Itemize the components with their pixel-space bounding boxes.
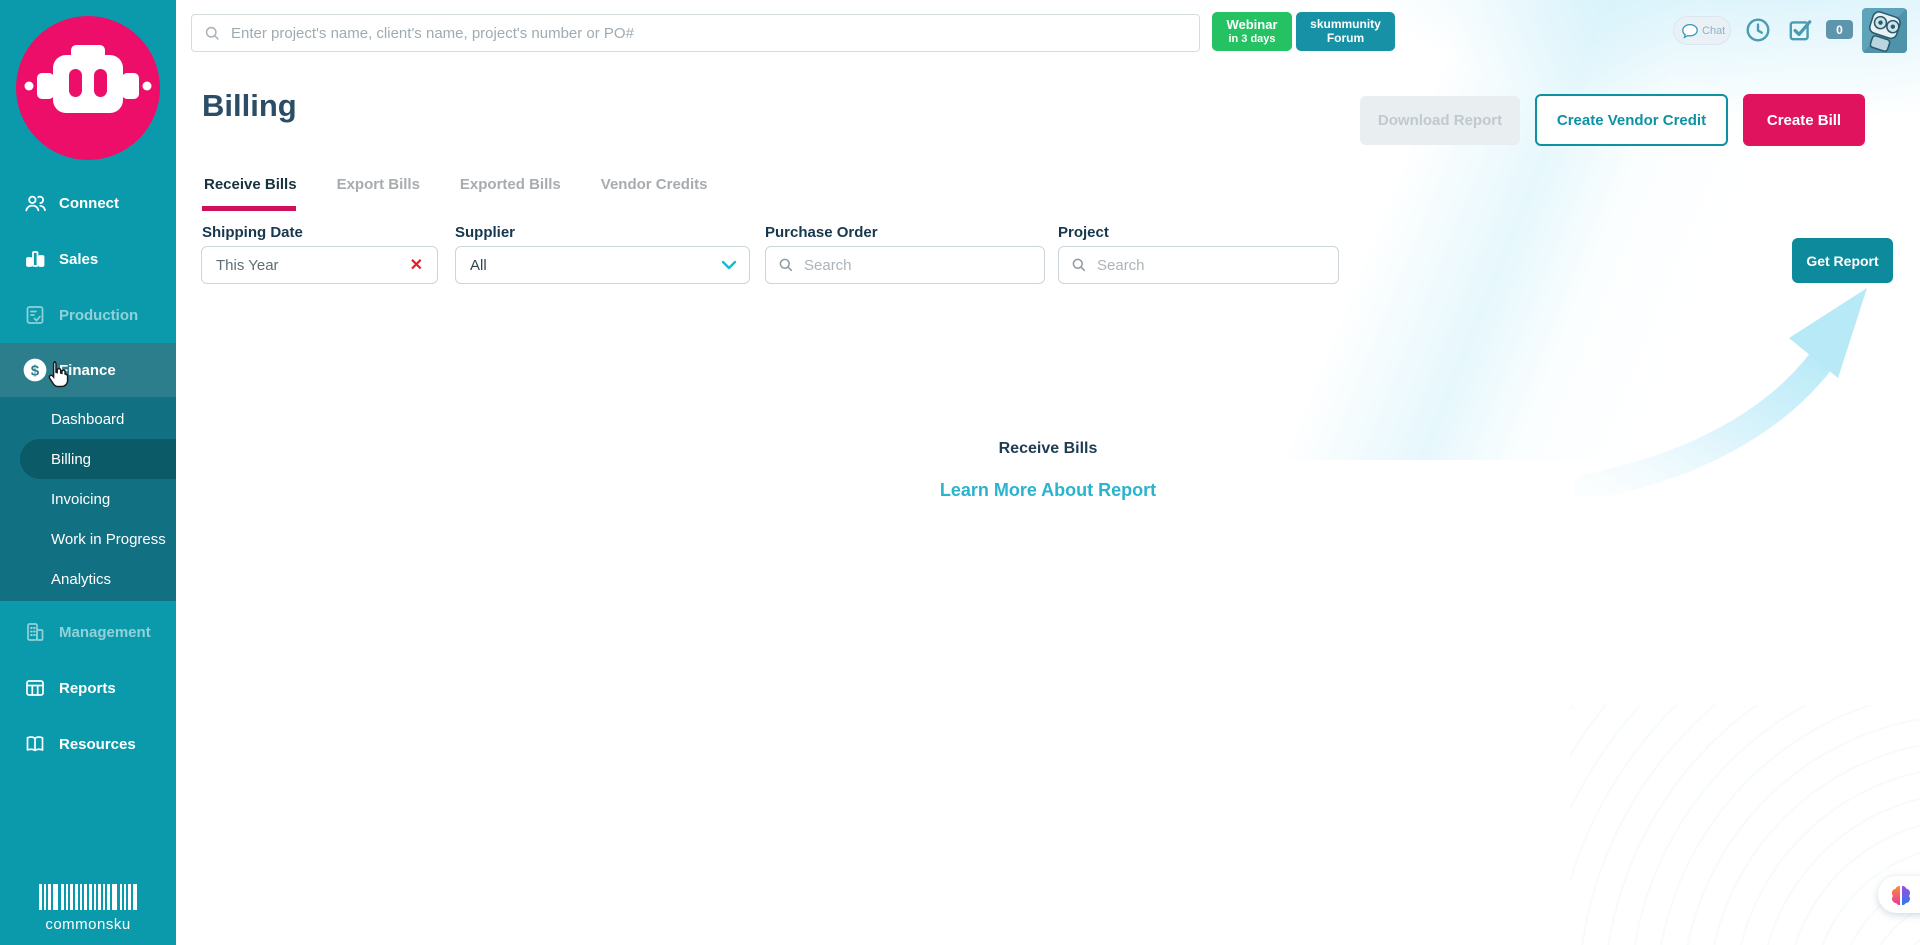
sidebar-item-sales[interactable]: Sales <box>0 231 176 287</box>
purchase-order-field[interactable] <box>765 246 1045 284</box>
global-search-input[interactable] <box>231 25 1199 42</box>
brain-icon <box>1889 884 1913 906</box>
background-rings <box>1570 705 1920 945</box>
global-search <box>191 14 1200 52</box>
sidebar-item-label: Management <box>59 624 151 641</box>
webinar-label: Webinar <box>1212 18 1292 33</box>
supplier-label: Supplier <box>455 224 515 241</box>
create-bill-button[interactable]: Create Bill <box>1743 94 1865 146</box>
book-icon <box>22 731 48 757</box>
commonsku-logo[interactable] <box>16 16 160 160</box>
supplier-select[interactable]: All <box>455 246 750 284</box>
mouse-cursor-icon <box>42 358 74 390</box>
chat-bubble-icon <box>1681 23 1699 39</box>
shipping-date-field[interactable]: ✕ <box>201 246 438 284</box>
webinar-button[interactable]: Webinar in 3 days <box>1212 12 1292 51</box>
get-report-button[interactable]: Get Report <box>1792 238 1893 283</box>
sidebar-item-production[interactable]: Production <box>0 287 176 343</box>
submenu-item-analytics[interactable]: Analytics <box>0 559 176 599</box>
sidebar-item-connect[interactable]: Connect <box>0 175 176 231</box>
chevron-down-icon <box>721 260 737 270</box>
search-icon <box>778 257 794 273</box>
sidebar-item-reports[interactable]: Reports <box>0 660 176 716</box>
submenu-item-invoicing[interactable]: Invoicing <box>0 479 176 519</box>
submenu-label: Invoicing <box>51 491 110 508</box>
submenu-label: Analytics <box>51 571 111 588</box>
svg-text:$: $ <box>31 362 40 379</box>
sidebar-item-label: Resources <box>59 736 136 753</box>
notification-badge[interactable]: 0 <box>1826 20 1853 39</box>
project-label: Project <box>1058 224 1109 241</box>
submenu-item-dashboard[interactable]: Dashboard <box>0 399 176 439</box>
billing-tabs: Receive Bills Export Bills Exported Bill… <box>204 176 707 193</box>
sidebar-item-resources[interactable]: Resources <box>0 716 176 772</box>
clipboard-icon <box>22 302 48 328</box>
tasks-button[interactable] <box>1787 17 1813 43</box>
webinar-sublabel: in 3 days <box>1212 33 1292 46</box>
avatar-image <box>1862 8 1907 53</box>
active-tab-underline <box>202 206 296 211</box>
sidebar: Connect Sales Production <box>0 0 176 945</box>
people-icon <box>22 190 48 216</box>
sidebar-item-label: Connect <box>59 195 119 212</box>
assistant-widget-button[interactable] <box>1878 876 1920 913</box>
submenu-item-billing[interactable]: Billing <box>20 439 176 479</box>
skummunity-forum-button[interactable]: skummunity Forum <box>1296 12 1395 51</box>
submenu-label: Dashboard <box>51 411 124 428</box>
clock-button[interactable] <box>1745 17 1771 43</box>
tab-receive-bills[interactable]: Receive Bills <box>204 176 297 193</box>
sidebar-item-label: Reports <box>59 680 116 697</box>
user-avatar[interactable] <box>1862 8 1907 53</box>
supplier-value: All <box>470 257 721 274</box>
get-report-label: Get Report <box>1806 253 1878 269</box>
shipping-date-input[interactable] <box>216 257 396 274</box>
download-report-button[interactable]: Download Report <box>1360 96 1520 145</box>
chat-label: Chat <box>1702 25 1725 37</box>
download-report-label: Download Report <box>1378 112 1502 129</box>
create-vendor-credit-label: Create Vendor Credit <box>1557 112 1706 129</box>
learn-more-link[interactable]: Learn More About Report <box>176 480 1920 501</box>
purchase-order-input[interactable] <box>804 257 1044 274</box>
clock-icon <box>1745 17 1771 43</box>
finance-submenu: Dashboard Billing Invoicing Work in Prog… <box>0 397 176 601</box>
bar-chart-icon <box>22 246 48 272</box>
clear-filter-icon[interactable]: ✕ <box>396 255 437 275</box>
submenu-label: Work in Progress <box>51 531 166 548</box>
empty-state-title: Receive Bills <box>176 440 1920 458</box>
report-table-icon <box>22 675 48 701</box>
building-icon <box>22 619 48 645</box>
tab-exported-bills[interactable]: Exported Bills <box>460 176 561 193</box>
robot-logo-icon <box>16 16 160 160</box>
create-vendor-credit-button[interactable]: Create Vendor Credit <box>1535 94 1728 146</box>
billing-page: Connect Sales Production <box>0 0 1920 945</box>
tab-vendor-credits[interactable]: Vendor Credits <box>601 176 708 193</box>
sidebar-footer-logo: commonsku <box>39 884 137 933</box>
decorative-arrow-icon <box>1575 256 1905 496</box>
notification-count: 0 <box>1836 23 1843 37</box>
search-icon <box>204 25 221 42</box>
page-title: Billing <box>202 88 297 124</box>
chat-button[interactable]: Chat <box>1673 16 1731 45</box>
project-field[interactable] <box>1058 246 1339 284</box>
forum-label: skummunity <box>1296 18 1395 32</box>
project-input[interactable] <box>1097 257 1338 274</box>
tab-export-bills[interactable]: Export Bills <box>337 176 420 193</box>
brand-wordmark: commonsku <box>39 916 137 933</box>
main-content: Webinar in 3 days skummunity Forum Chat <box>176 0 1920 945</box>
forum-sublabel: Forum <box>1296 32 1395 46</box>
purchase-order-label: Purchase Order <box>765 224 878 241</box>
search-icon <box>1071 257 1087 273</box>
shipping-date-label: Shipping Date <box>202 224 303 241</box>
create-bill-label: Create Bill <box>1767 112 1841 129</box>
submenu-label: Billing <box>51 451 91 468</box>
sidebar-item-management[interactable]: Management <box>0 604 176 660</box>
barcode-icon <box>39 884 137 910</box>
checkbox-icon <box>1787 17 1813 43</box>
sidebar-item-finance[interactable]: $ Finance <box>0 343 176 397</box>
sidebar-item-label: Production <box>59 307 138 324</box>
submenu-item-work-in-progress[interactable]: Work in Progress <box>0 519 176 559</box>
sidebar-item-label: Sales <box>59 251 98 268</box>
